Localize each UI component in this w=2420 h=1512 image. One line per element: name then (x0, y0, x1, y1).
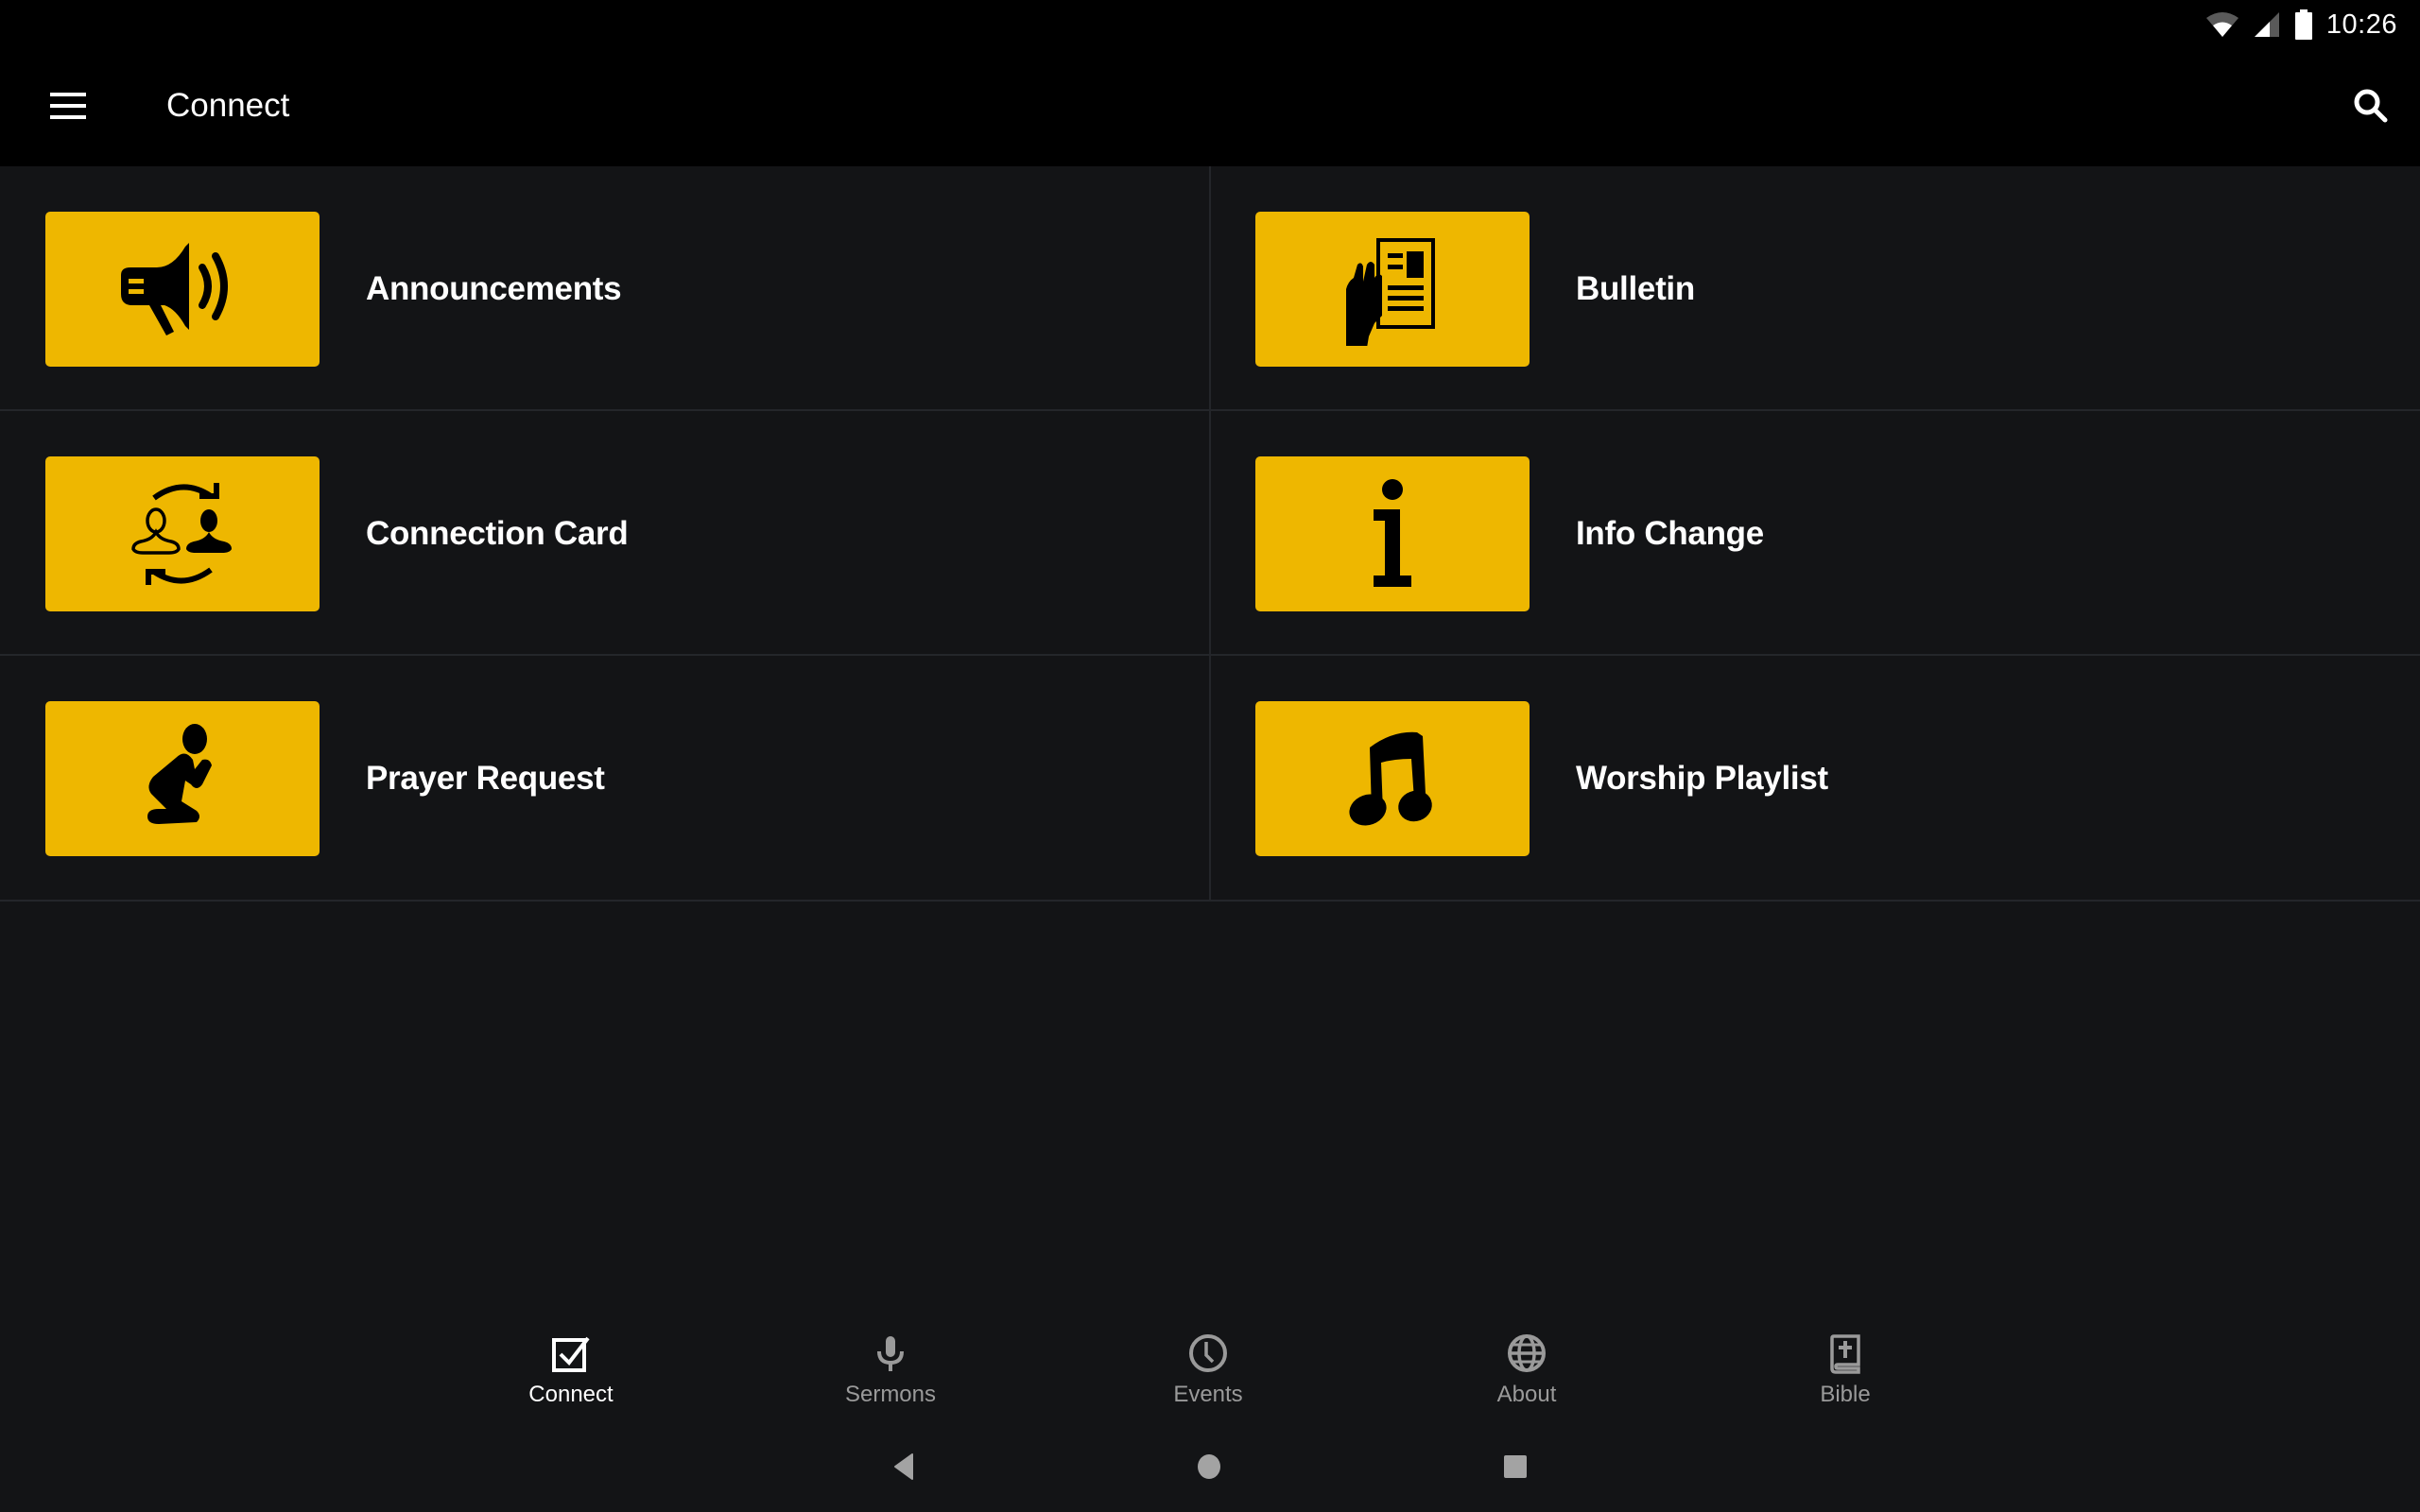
menu-button[interactable] (38, 76, 98, 136)
praying-person-icon (147, 724, 212, 824)
grid-item-label: Info Change (1576, 515, 1764, 552)
search-button[interactable] (2341, 76, 2401, 136)
bulletin-hand-icon (1346, 238, 1435, 346)
grid-item-label: Connection Card (366, 515, 629, 552)
nav-label: Events (1173, 1382, 1243, 1407)
back-icon (894, 1453, 913, 1480)
wifi-icon (2205, 12, 2238, 37)
tile-connection-card (45, 456, 320, 611)
status-time: 10:26 (2325, 9, 2397, 40)
status-bar: 10:26 (0, 0, 2420, 47)
nav-tab-bible[interactable]: Bible (1751, 1332, 1940, 1418)
connection-swap-icon (131, 483, 232, 585)
nav-label: Connect (528, 1382, 614, 1407)
grid-item-info-change[interactable]: Info Change (1211, 411, 2420, 656)
app-bar: Connect (0, 47, 2420, 166)
clock-icon (1189, 1334, 1227, 1372)
tile-prayer-request (45, 701, 320, 856)
grid-item-label: Worship Playlist (1576, 760, 1828, 797)
grid-item-bulletin[interactable]: Bulletin (1211, 166, 2420, 411)
grid-item-label: Prayer Request (366, 760, 605, 797)
tile-info-change (1255, 456, 1530, 611)
info-icon (1374, 479, 1411, 587)
megaphone-icon (121, 243, 228, 335)
nav-tab-sermons[interactable]: Sermons (796, 1332, 985, 1418)
grid-item-worship-playlist[interactable]: Worship Playlist (1211, 656, 2420, 902)
tile-worship-playlist (1255, 701, 1530, 856)
checkbox-icon (552, 1336, 590, 1372)
nav-label: Bible (1820, 1382, 1871, 1407)
nav-tab-about[interactable]: About (1432, 1332, 1621, 1418)
home-button[interactable] (1190, 1448, 1228, 1486)
grid-item-announcements[interactable]: Announcements (0, 166, 1211, 411)
recents-button[interactable] (1496, 1448, 1534, 1486)
grid-item-connection-card[interactable]: Connection Card (0, 411, 1211, 656)
microphone-icon (877, 1336, 904, 1371)
hamburger-menu-icon (50, 93, 86, 119)
globe-icon (1508, 1334, 1546, 1372)
back-button[interactable] (885, 1448, 923, 1486)
search-icon (2354, 89, 2388, 123)
grid-item-prayer-request[interactable]: Prayer Request (0, 656, 1211, 902)
grid-item-label: Bulletin (1576, 270, 1695, 307)
tile-bulletin (1255, 212, 1530, 367)
cell-signal-icon (2254, 12, 2279, 37)
system-navigation-bar (0, 1418, 2420, 1512)
bottom-navigation: Connect Sermons Events About Bible (0, 1304, 2420, 1418)
battery-icon (2294, 9, 2312, 40)
bible-icon (1830, 1334, 1860, 1374)
nav-tab-events[interactable]: Events (1114, 1332, 1303, 1418)
grid-item-label: Announcements (366, 270, 622, 307)
nav-label: About (1496, 1382, 1557, 1407)
nav-tab-connect[interactable]: Connect (476, 1332, 666, 1418)
recents-icon (1504, 1455, 1527, 1478)
nav-label: Sermons (844, 1382, 937, 1407)
tile-announcements (45, 212, 320, 367)
music-note-icon (1349, 731, 1432, 826)
page-title: Connect (166, 87, 290, 124)
home-icon (1198, 1454, 1220, 1479)
connect-grid: Announcements Bulletin Connection Card I… (0, 166, 2420, 902)
